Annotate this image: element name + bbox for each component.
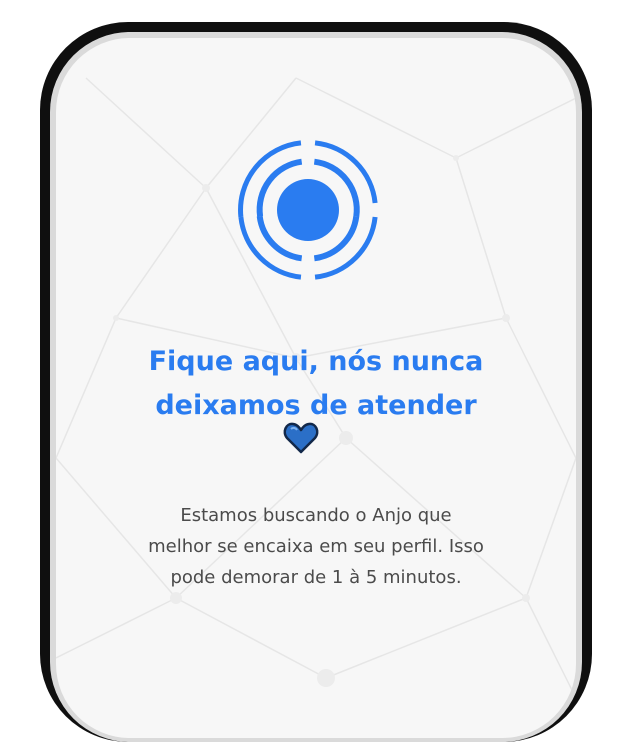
description-line-3: pode demorar de 1 à 5 minutos. (170, 567, 462, 588)
phone-screen: Fique aqui, nós nunca deixamos de atende… (56, 38, 576, 738)
headline-line-1: Fique aqui, nós nunca (148, 346, 484, 377)
search-description: Estamos buscando o Anjo que melhor se en… (76, 500, 556, 593)
blue-heart-icon (283, 422, 319, 454)
headline: Fique aqui, nós nunca deixamos de atende… (56, 340, 576, 428)
description-line-1: Estamos buscando o Anjo que (180, 505, 452, 526)
description-line-2: melhor se encaixa em seu perfil. Isso (148, 536, 484, 557)
searching-radar-icon (238, 140, 378, 280)
